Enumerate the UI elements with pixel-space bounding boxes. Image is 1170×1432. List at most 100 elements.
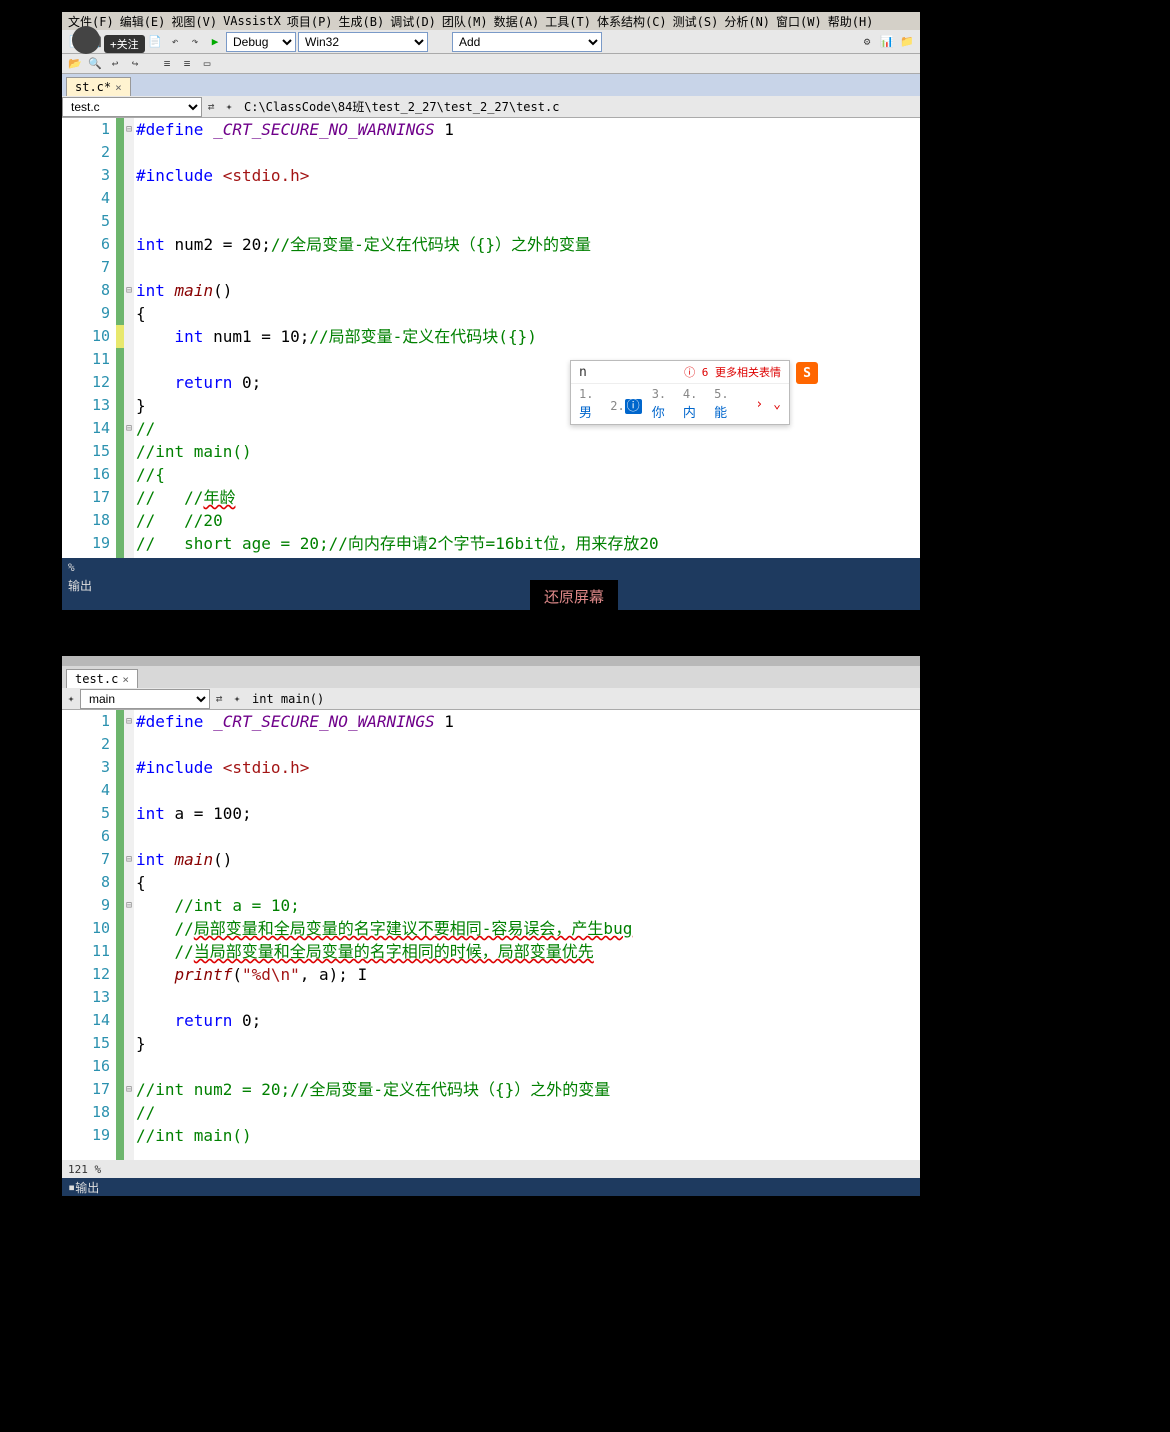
output-panel[interactable]: 输出 [62,576,920,594]
code-line[interactable] [134,141,920,164]
avatar[interactable] [72,26,100,54]
ime-hint[interactable]: ⓘ 6 更多相关表情 [684,364,781,380]
menu-item[interactable]: 数据(A) [492,13,542,30]
code-line[interactable]: int main() [134,848,920,871]
nav-icon[interactable]: ↩ [106,55,124,73]
code-line[interactable]: int main() [134,279,920,302]
goto-icon[interactable]: ✦ [220,98,238,116]
config-select[interactable]: Debug [226,32,296,52]
goto-icon[interactable]: ✦ [62,690,80,708]
code-line[interactable]: { [134,871,920,894]
output-panel[interactable]: ▪ 输出 [62,1178,920,1196]
code-line[interactable]: int a = 100; [134,802,920,825]
code-line[interactable]: } [134,1032,920,1055]
scope-select[interactable]: main [80,689,210,709]
code-line[interactable]: //当局部变量和全局变量的名字相同的时候，局部变量优先 [134,940,920,963]
code-line[interactable]: { [134,302,920,325]
code-line[interactable]: return 0; [134,1009,920,1032]
code-line[interactable]: printf("%d\n", a); I [134,963,920,986]
toolbar-main[interactable]: 📄 💾 ✂ 📋 📄 ↶ ↷ ▶ Debug Win32 Add ⚙ 📊 📁 [62,30,920,54]
indent-icon[interactable]: ≡ [178,55,196,73]
scope-select[interactable]: test.c [62,97,202,117]
menu-item[interactable]: 分析(N) [722,13,772,30]
ime-candidate[interactable]: 4.内 [683,387,704,421]
ime-prev-icon[interactable]: › [755,397,763,412]
close-icon[interactable]: × [115,81,122,94]
code-editor[interactable]: 12345678910111213141516171819⊟⊟⊟#define … [62,118,920,558]
run-icon[interactable]: ▶ [206,33,224,51]
code-line[interactable] [134,256,920,279]
undo-icon[interactable]: ↶ [166,33,184,51]
ime-candidate[interactable]: 5.能 [714,387,735,421]
menu-item[interactable]: 生成(B) [337,13,387,30]
comment-icon[interactable]: ▭ [198,55,216,73]
paste-icon[interactable]: 📄 [146,33,164,51]
code-area[interactable]: #define _CRT_SECURE_NO_WARNINGS 1 #includ… [134,710,920,1160]
menu-item[interactable]: VAssistX [221,14,283,28]
file-tab[interactable]: st.c* × [66,77,131,96]
code-line[interactable]: //int main() [134,1124,920,1147]
platform-select[interactable]: Win32 [298,32,428,52]
code-line[interactable]: #define _CRT_SECURE_NO_WARNINGS 1 [134,710,920,733]
code-line[interactable]: //局部变量和全局变量的名字建议不要相同-容易误会，产生bug [134,917,920,940]
ime-candidate[interactable]: 1.男 [579,387,600,421]
code-line[interactable]: // //20 [134,509,920,532]
code-line[interactable] [134,986,920,1009]
close-icon[interactable]: × [122,673,129,686]
code-line[interactable]: int num2 = 20;//全局变量-定义在代码块（{}）之外的变量 [134,233,920,256]
code-line[interactable] [134,825,920,848]
toolbar-secondary[interactable]: 📂 🔍 ↩ ↪ ≡ ≡ ▭ [62,54,920,74]
code-line[interactable]: //int a = 10; [134,894,920,917]
code-line[interactable]: // //年龄 [134,486,920,509]
nav-icon[interactable]: 📂 [66,55,84,73]
find-select[interactable]: Add [452,32,602,52]
tool-icon[interactable]: 📊 [878,33,896,51]
tool-icon[interactable]: ⚙ [858,33,876,51]
code-line[interactable]: int num1 = 10;//局部变量-定义在代码块({}) [134,325,920,348]
tool-icon[interactable]: 📁 [898,33,916,51]
code-line[interactable] [134,1055,920,1078]
nav-icon[interactable]: 🔍 [86,55,104,73]
ime-next-icon[interactable]: ⌄ [773,397,781,412]
restore-screen-button[interactable]: 还原屏幕 [530,580,618,613]
fold-margin[interactable]: ⊟⊟⊟ [124,118,134,558]
code-line[interactable] [134,187,920,210]
code-line[interactable]: //{ [134,463,920,486]
code-line[interactable]: // short age = 20;//向内存申请2个字节=16bit位，用来存… [134,532,920,555]
menu-item[interactable]: 编辑(E) [118,13,168,30]
ime-candidate[interactable]: 2.ⓘ [610,395,641,414]
code-line[interactable]: // [134,417,920,440]
code-line[interactable]: #include <stdio.h> [134,164,920,187]
indent-icon[interactable]: ≡ [158,55,176,73]
menu-item[interactable]: 团队(M) [440,13,490,30]
nav-icon[interactable]: ↪ [126,55,144,73]
code-line[interactable]: // [134,1101,920,1124]
menu-item[interactable]: 项目(P) [285,13,335,30]
file-tab[interactable]: test.c × [66,669,138,688]
menubar[interactable]: 文件(F)编辑(E)视图(V)VAssistX项目(P)生成(B)调试(D)团队… [62,12,920,30]
code-line[interactable] [134,210,920,233]
code-line[interactable]: #include <stdio.h> [134,756,920,779]
menu-item[interactable]: 视图(V) [169,13,219,30]
ime-popup[interactable]: n ⓘ 6 更多相关表情 1.男2.ⓘ3.你4.内5.能 › ⌄ [570,360,790,425]
follow-button[interactable]: +关注 [104,35,145,53]
code-area[interactable]: #define _CRT_SECURE_NO_WARNINGS 1#includ… [134,118,920,558]
code-line[interactable] [134,733,920,756]
menu-item[interactable]: 体系结构(C) [595,13,669,30]
code-line[interactable]: //int num2 = 20;//全局变量-定义在代码块（{}）之外的变量 [134,1078,920,1101]
goto-icon[interactable]: ✦ [228,690,246,708]
menu-item[interactable]: 测试(S) [671,13,721,30]
nav-btn-icon[interactable]: ⇄ [202,98,220,116]
menu-item[interactable]: 帮助(H) [826,13,876,30]
menu-item[interactable]: 工具(T) [543,13,593,30]
code-line[interactable]: //int main() [134,440,920,463]
nav-btn-icon[interactable]: ⇄ [210,690,228,708]
code-line[interactable]: } [134,394,920,417]
menu-item[interactable]: 调试(D) [388,13,438,30]
code-editor[interactable]: 12345678910111213141516171819⊟⊟⊟⊟#define… [62,710,920,1160]
redo-icon[interactable]: ↷ [186,33,204,51]
ime-candidate[interactable]: 3.你 [652,387,673,421]
fold-margin[interactable]: ⊟⊟⊟⊟ [124,710,134,1160]
code-line[interactable] [134,779,920,802]
menu-item[interactable]: 窗口(W) [774,13,824,30]
